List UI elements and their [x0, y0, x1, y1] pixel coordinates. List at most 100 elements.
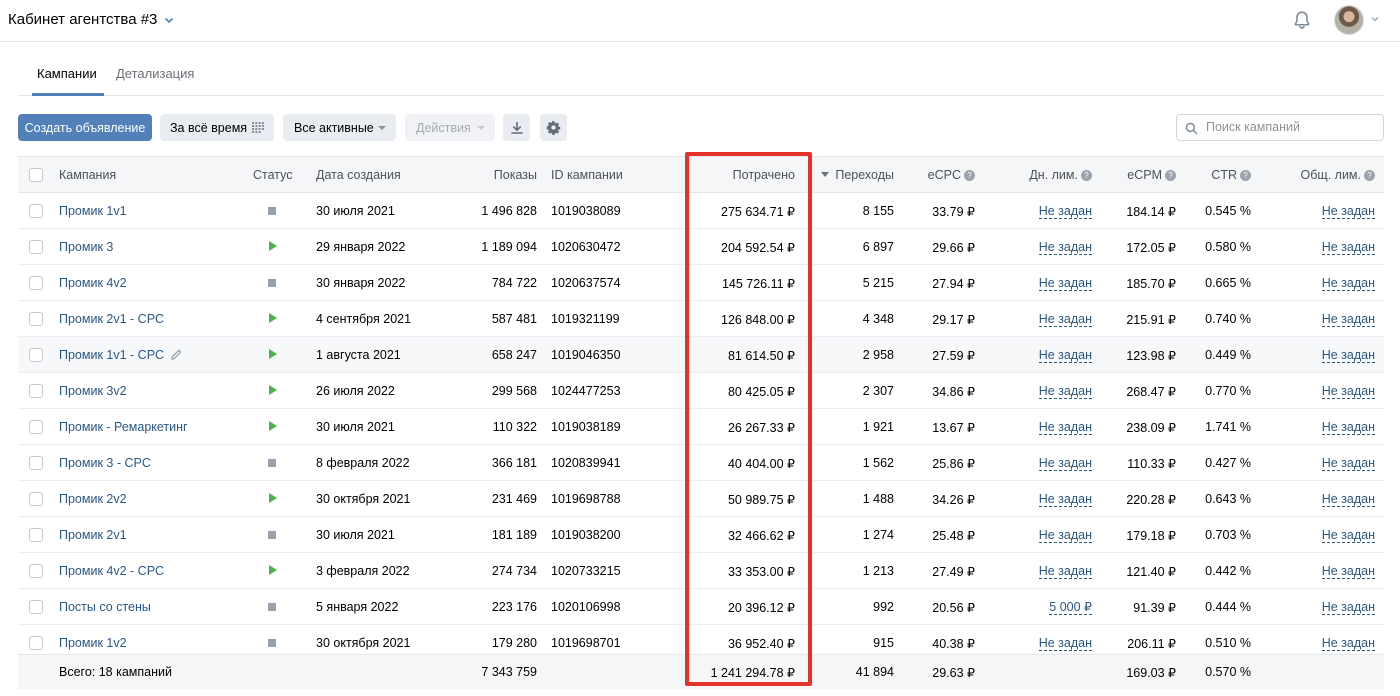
campaign-name-link[interactable]: Промик 4v2 — [59, 276, 127, 290]
table-row[interactable]: Промик 1v1 30 июля 2021 1 496 828 101903808… — [18, 193, 1384, 229]
col-ecpm[interactable]: eCPM? — [1127, 168, 1176, 182]
table-row[interactable]: Промик 3 29 января 2022 1 189 094 102063047… — [18, 229, 1384, 265]
total-limit-link[interactable]: Не задан — [1321, 240, 1375, 255]
day-limit-link[interactable]: Не задан — [1038, 348, 1092, 363]
total-limit-link[interactable]: Не задан — [1321, 492, 1375, 507]
day-limit-link[interactable]: Не задан — [1038, 312, 1092, 327]
account-switcher[interactable]: Кабинет агентства #3 — [8, 11, 175, 28]
total-limit-link[interactable]: Не задан — [1321, 420, 1375, 435]
campaign-name-link[interactable]: Промик 1v1 - CPC — [59, 348, 164, 362]
total-limit-link[interactable]: Не задан — [1321, 636, 1375, 651]
day-limit-link[interactable]: 5 000 ₽ — [1049, 600, 1092, 615]
download-button[interactable] — [503, 114, 530, 141]
total-limit-link[interactable]: Не задан — [1321, 600, 1375, 615]
status-active-icon[interactable] — [269, 565, 277, 575]
col-shows[interactable]: Показы — [494, 168, 537, 182]
col-campaign[interactable]: Кампания — [59, 168, 116, 182]
row-checkbox[interactable] — [29, 420, 43, 434]
status-active-icon[interactable] — [269, 313, 277, 323]
status-active-icon[interactable] — [269, 421, 277, 431]
campaign-name-link[interactable]: Промик 3v2 — [59, 384, 127, 398]
tab-campaigns[interactable]: Кампании — [37, 66, 97, 81]
row-checkbox[interactable] — [29, 240, 43, 254]
table-row[interactable]: Промик 1v1 - CPC 1 августа 2021 658 247 101… — [18, 337, 1384, 373]
col-spent[interactable]: Потрачено — [733, 168, 795, 182]
status-active-icon[interactable] — [269, 241, 277, 251]
day-limit-link[interactable]: Не задан — [1038, 456, 1092, 471]
campaign-name-link[interactable]: Промик 3 - CPC — [59, 456, 151, 470]
total-limit-link[interactable]: Не задан — [1321, 348, 1375, 363]
status-filter-dropdown[interactable]: Все активные — [283, 114, 396, 141]
select-all-checkbox[interactable] — [29, 168, 43, 182]
help-icon[interactable]: ? — [1364, 170, 1375, 181]
day-limit-link[interactable]: Не задан — [1038, 384, 1092, 399]
col-id[interactable]: ID кампании — [551, 168, 623, 182]
campaign-search[interactable] — [1176, 114, 1384, 141]
col-created[interactable]: Дата создания — [316, 168, 401, 182]
table-row[interactable]: Промик 2v1 - CPC 4 сентября 2021 587 481 10… — [18, 301, 1384, 337]
total-limit-link[interactable]: Не задан — [1321, 456, 1375, 471]
table-row[interactable]: Промик 4v2 30 января 2022 784 722 102063757… — [18, 265, 1384, 301]
col-clicks[interactable]: Переходы — [821, 168, 894, 182]
tab-details[interactable]: Детализация — [116, 66, 194, 81]
row-checkbox[interactable] — [29, 384, 43, 398]
table-row[interactable]: Промик 3 - CPC 8 февраля 2022 366 181 10208… — [18, 445, 1384, 481]
status-active-icon[interactable] — [269, 493, 277, 503]
help-icon[interactable]: ? — [964, 170, 975, 181]
col-status[interactable]: Статус — [253, 168, 293, 182]
campaign-name-link[interactable]: Промик 2v2 — [59, 492, 127, 506]
row-checkbox[interactable] — [29, 528, 43, 542]
help-icon[interactable]: ? — [1240, 170, 1251, 181]
col-total-limit[interactable]: Общ. лим.? — [1301, 168, 1375, 182]
table-row[interactable]: Промик 2v2 30 октября 2021 231 469 10196987… — [18, 481, 1384, 517]
row-checkbox[interactable] — [29, 456, 43, 470]
status-active-icon[interactable] — [269, 385, 277, 395]
status-stopped-icon[interactable] — [268, 279, 276, 287]
total-limit-link[interactable]: Не задан — [1321, 312, 1375, 327]
actions-dropdown[interactable]: Действия — [405, 114, 495, 141]
row-checkbox[interactable] — [29, 348, 43, 362]
row-checkbox[interactable] — [29, 636, 43, 650]
day-limit-link[interactable]: Не задан — [1038, 276, 1092, 291]
total-limit-link[interactable]: Не задан — [1321, 564, 1375, 579]
col-ctr[interactable]: CTR? — [1211, 168, 1251, 182]
campaign-name-link[interactable]: Промик 2v1 - CPC — [59, 312, 164, 326]
total-limit-link[interactable]: Не задан — [1321, 528, 1375, 543]
campaign-name-link[interactable]: Промик 4v2 - CPC — [59, 564, 164, 578]
create-ad-button[interactable]: Создать объявление — [18, 114, 152, 141]
row-checkbox[interactable] — [29, 276, 43, 290]
col-ecpc[interactable]: eCPC? — [928, 168, 975, 182]
total-limit-link[interactable]: Не задан — [1321, 276, 1375, 291]
campaign-name-link[interactable]: Посты со стены — [59, 600, 151, 614]
chevron-down-icon[interactable] — [1370, 14, 1380, 24]
table-row[interactable]: Промик - Ремаркетинг 30 июля 2021 110 322 1… — [18, 409, 1384, 445]
status-active-icon[interactable] — [269, 349, 277, 359]
row-checkbox[interactable] — [29, 564, 43, 578]
row-checkbox[interactable] — [29, 492, 43, 506]
campaign-name-link[interactable]: Промик 1v1 — [59, 204, 127, 218]
bell-icon[interactable] — [1291, 9, 1313, 31]
day-limit-link[interactable]: Не задан — [1038, 240, 1092, 255]
settings-button[interactable] — [540, 114, 567, 141]
avatar[interactable] — [1334, 5, 1364, 35]
status-stopped-icon[interactable] — [268, 531, 276, 539]
day-limit-link[interactable]: Не задан — [1038, 564, 1092, 579]
day-limit-link[interactable]: Не задан — [1038, 636, 1092, 651]
day-limit-link[interactable]: Не задан — [1038, 492, 1092, 507]
help-icon[interactable]: ? — [1081, 170, 1092, 181]
table-row[interactable]: Промик 2v1 30 июля 2021 181 189 1019038200 3… — [18, 517, 1384, 553]
row-checkbox[interactable] — [29, 600, 43, 614]
table-row[interactable]: Промик 4v2 - CPC 3 февраля 2022 274 734 102… — [18, 553, 1384, 589]
status-stopped-icon[interactable] — [268, 639, 276, 647]
campaign-name-link[interactable]: Промик 2v1 — [59, 528, 127, 542]
time-period-button[interactable]: За всё время — [160, 114, 274, 141]
status-stopped-icon[interactable] — [268, 207, 276, 215]
col-day-limit[interactable]: Дн. лим.? — [1029, 168, 1092, 182]
campaign-name-link[interactable]: Промик - Ремаркетинг — [59, 420, 188, 434]
day-limit-link[interactable]: Не задан — [1038, 528, 1092, 543]
day-limit-link[interactable]: Не задан — [1038, 420, 1092, 435]
campaign-name-link[interactable]: Промик 1v2 — [59, 636, 127, 650]
pencil-icon[interactable] — [170, 348, 183, 361]
status-stopped-icon[interactable] — [268, 603, 276, 611]
day-limit-link[interactable]: Не задан — [1038, 204, 1092, 219]
